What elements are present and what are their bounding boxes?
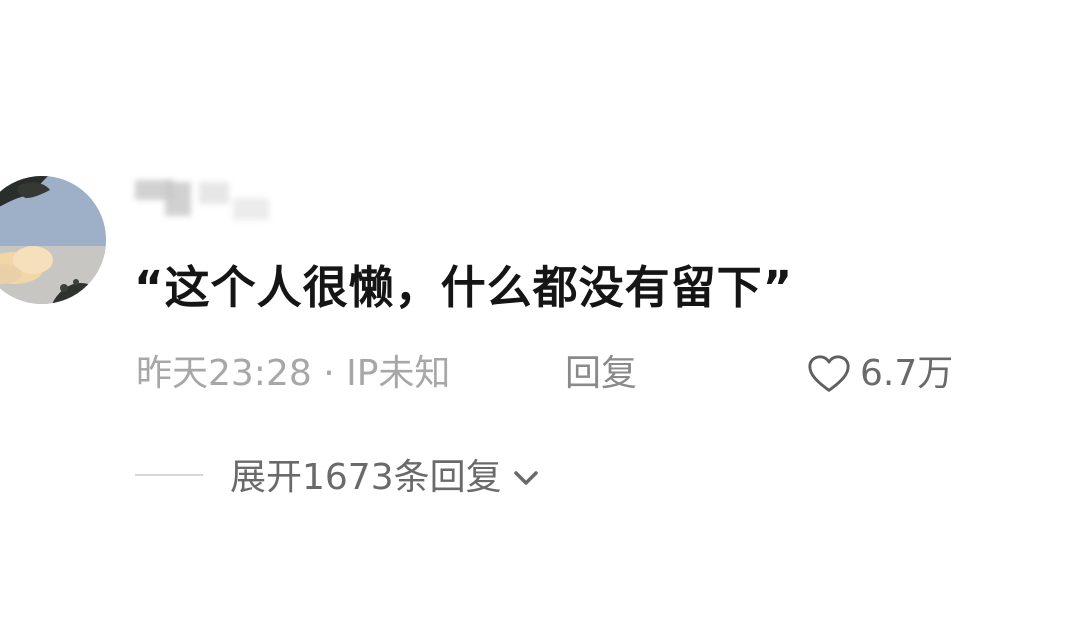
comment-text: “这个人很懒，什么都没有留下” [134, 261, 794, 314]
like-button[interactable]: 6.7万 [806, 346, 953, 402]
like-count: 6.7万 [860, 353, 954, 394]
avatar[interactable] [0, 176, 106, 304]
expand-divider [135, 474, 203, 476]
username-redacted [135, 178, 275, 224]
heart-outline-icon [808, 355, 850, 392]
avatar-image [0, 176, 106, 304]
chevron-down-icon [513, 471, 538, 485]
expand-replies-button[interactable]: 展开1673条回复 [230, 450, 546, 506]
expand-replies-label: 展开1673条回复 [230, 457, 502, 498]
comment-screen: “这个人很懒，什么都没有留下” 昨天23:28 · IP未知 回复 6.7万 展… [0, 0, 1080, 629]
reply-button[interactable]: 回复 [565, 346, 637, 402]
comment-time-location: 昨天23:28 · IP未知 [136, 353, 451, 394]
